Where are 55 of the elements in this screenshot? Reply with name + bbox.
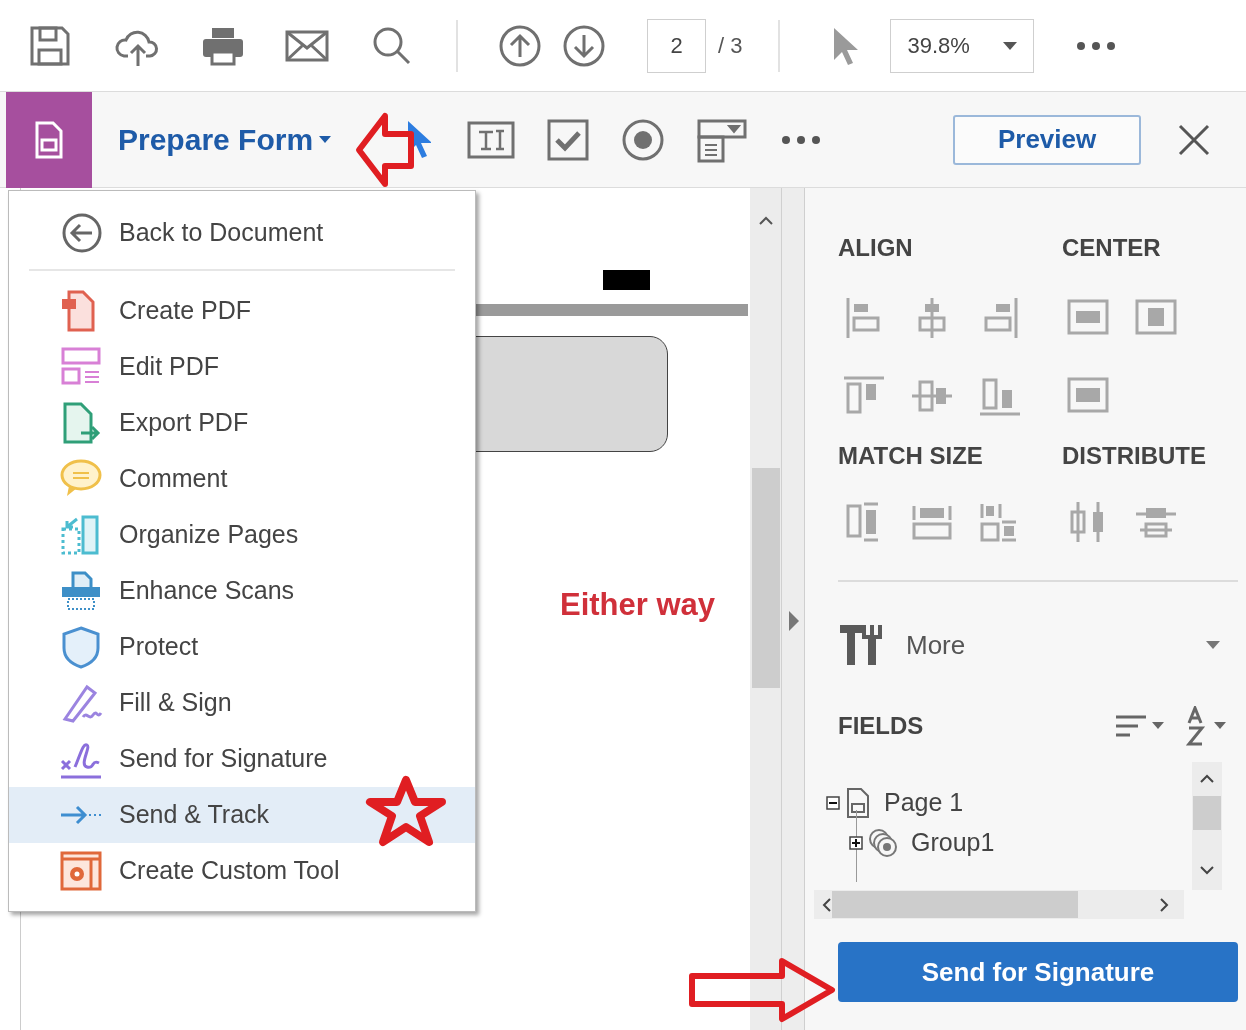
menu-item[interactable]: Send & Track: [9, 787, 475, 843]
scanner-icon: [59, 569, 103, 613]
caret-icon: [319, 136, 332, 143]
more-tools-dropdown[interactable]: More: [838, 620, 1238, 670]
preview-button[interactable]: Preview: [953, 114, 1142, 165]
checkbox-icon[interactable]: [547, 118, 590, 161]
menu-item[interactable]: Export PDF: [9, 395, 475, 451]
redacted-block: [603, 270, 650, 290]
section-heading: ALIGN: [838, 234, 913, 261]
zoom-dropdown[interactable]: 39.8%: [890, 18, 1035, 73]
radio-button-icon[interactable]: [621, 117, 666, 162]
caret-icon: [1003, 41, 1018, 50]
close-icon[interactable]: [1177, 122, 1212, 157]
page-number-field[interactable]: 2: [647, 18, 706, 73]
back-menu-item[interactable]: Back to Document: [9, 211, 475, 255]
text-field-icon[interactable]: [467, 120, 516, 159]
menu-item[interactable]: Organize Pages: [9, 507, 475, 563]
menu-item[interactable]: Create Custom Tool: [9, 843, 475, 899]
scroll-up-icon[interactable]: [759, 216, 773, 225]
menu-item[interactable]: Fill & Sign: [9, 675, 475, 731]
scroll-left-icon[interactable]: [822, 898, 831, 912]
expand-panel-icon[interactable]: [788, 610, 800, 632]
annotation-note: Either way: [560, 586, 716, 624]
collapse-toggle[interactable]: [826, 795, 840, 810]
menu-item[interactable]: Create PDF: [9, 283, 475, 339]
radio-group-icon: [867, 826, 899, 859]
send-for-signature-button[interactable]: Send for Signature: [838, 942, 1238, 1002]
section-heading: FIELDS: [838, 711, 924, 741]
star-icon: [364, 774, 448, 848]
page-total: / 3: [718, 32, 743, 60]
menu-item[interactable]: Enhance Scans: [9, 563, 475, 619]
section-heading: DISTRIBUTE: [1062, 441, 1206, 471]
form-icon: [33, 119, 65, 160]
prepare-form-menu[interactable]: Prepare Form: [118, 117, 332, 162]
page-icon: [844, 786, 872, 819]
scroll-right-icon[interactable]: [1160, 898, 1169, 912]
scroll-thumb[interactable]: [752, 468, 780, 688]
menu-item[interactable]: Protect: [9, 619, 475, 675]
menu-item[interactable]: Edit PDF: [9, 339, 475, 395]
scroll-thumb[interactable]: [832, 891, 1078, 918]
tree-item[interactable]: Page 1: [884, 784, 964, 822]
menu-item[interactable]: Comment: [9, 451, 475, 507]
gear-window-icon: [59, 849, 103, 893]
scroll-up-icon[interactable]: [1200, 774, 1214, 783]
scroll-down-icon[interactable]: [1200, 866, 1214, 875]
more-icon[interactable]: [781, 134, 822, 145]
menu-item[interactable]: Send for Signature: [9, 731, 475, 787]
expand-toggle[interactable]: [849, 835, 863, 850]
scroll-thumb[interactable]: [1193, 796, 1221, 830]
more-icon[interactable]: [1076, 40, 1117, 51]
section-heading: MATCH SIZE: [838, 442, 983, 469]
caret-icon: [1206, 641, 1220, 649]
hollow-arrow-icon: [688, 957, 838, 1023]
section-heading: CENTER: [1062, 233, 1161, 263]
tree-item[interactable]: Group1: [911, 824, 995, 862]
